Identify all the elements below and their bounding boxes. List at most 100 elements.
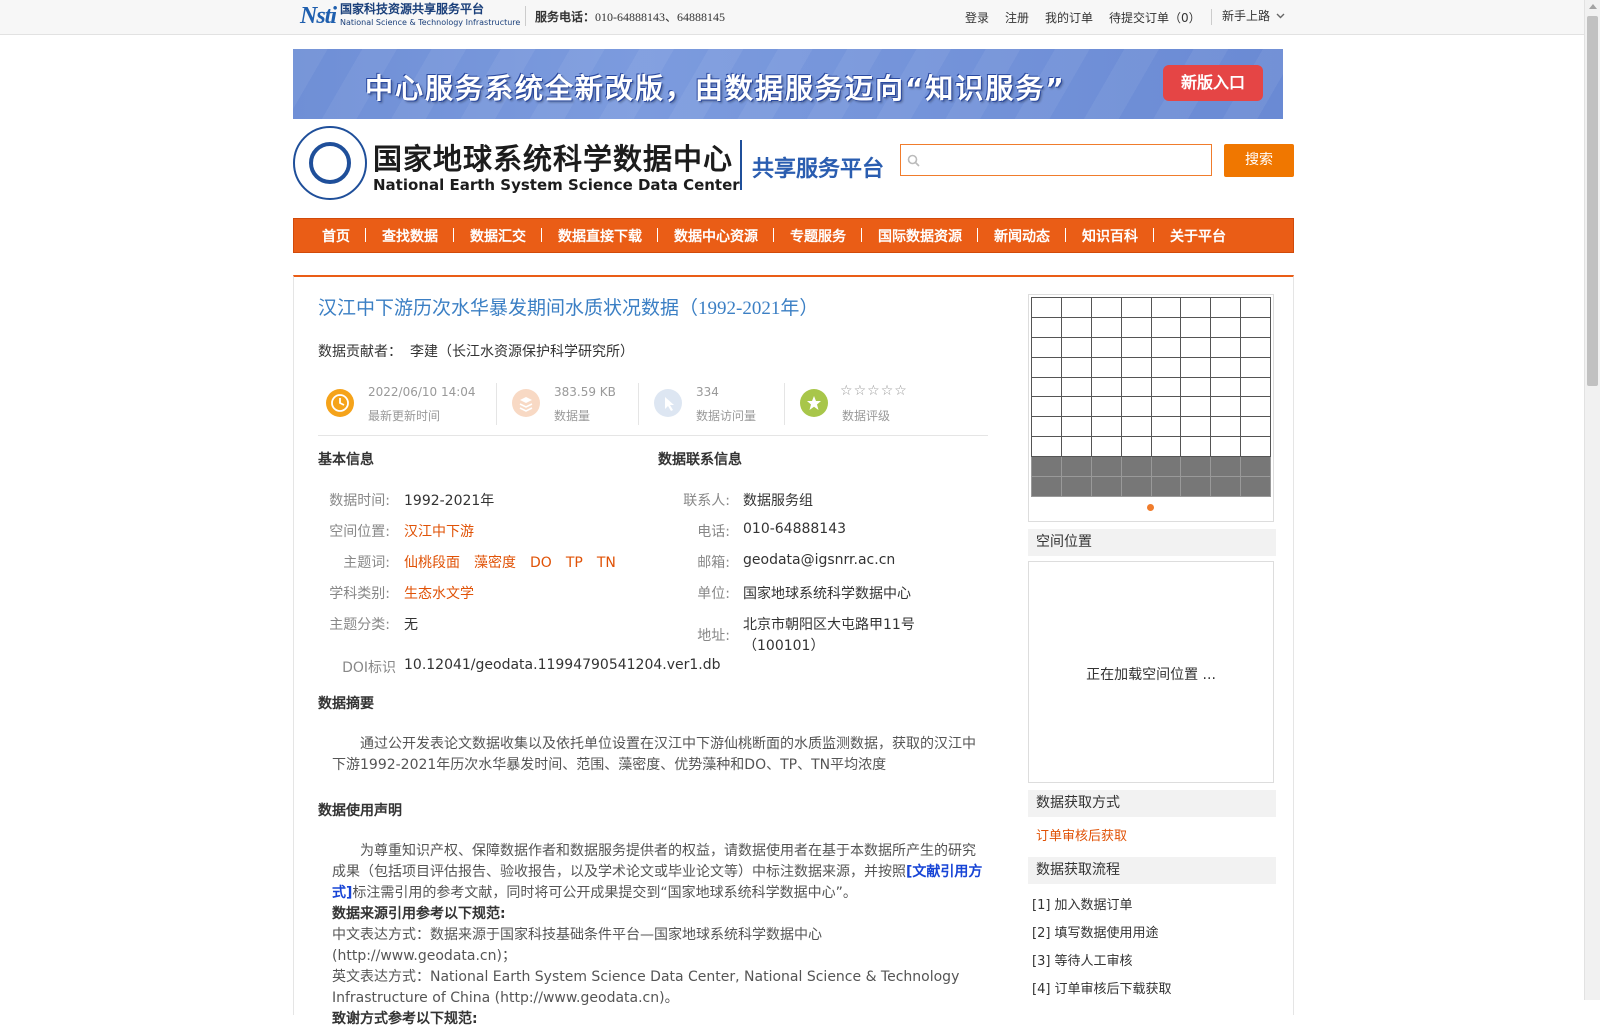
keyword-link[interactable]: 仙桃段面 [404, 555, 460, 571]
nsti-logo-en: National Science & Technology Infrastruc… [340, 18, 521, 27]
star-outline-icon[interactable]: ☆ [867, 383, 880, 399]
data-center-seal-icon [293, 126, 367, 200]
contact-person-value: 数据服务组 [743, 493, 813, 509]
carousel-dot[interactable] [1147, 504, 1154, 511]
process-step: [2] 填写数据使用用途 [1032, 926, 1159, 941]
access-method-heading: 数据获取方式 [1028, 790, 1276, 817]
keyword-link[interactable]: TP [566, 555, 583, 571]
stat-update-time-caption: 最新更新时间 [368, 409, 441, 423]
doi-label: DOI标识 [342, 660, 396, 676]
nav-encyclopedia[interactable]: 知识百科 [1066, 226, 1154, 246]
nav-data-submission[interactable]: 数据汇交 [454, 226, 542, 246]
nsti-logo-cn: 国家科技资源共享服务平台 [340, 2, 485, 16]
nav-home[interactable]: 首页 [306, 226, 366, 246]
top-links: 登录 注册 我的订单 待提交订单（0） [965, 9, 1222, 26]
map-loading-text: 正在加载空间位置 ... [1086, 667, 1216, 683]
top-bar: Nsti 国家科技资源共享服务平台 National Science & Tec… [0, 0, 1584, 35]
spatial-location-label: 空间位置: [329, 524, 390, 540]
contact-address-label: 地址: [697, 628, 730, 644]
new-version-button[interactable]: 新版入口 [1163, 65, 1263, 101]
layers-icon [512, 389, 540, 417]
contact-email-value: geodata@igsnrr.ac.cn [743, 552, 896, 568]
nav-news[interactable]: 新闻动态 [978, 226, 1066, 246]
search-input[interactable] [927, 149, 1201, 173]
topic-category-value: 无 [404, 617, 418, 633]
source-citation-en: 英文表达方式：National Earth System Science Dat… [332, 969, 960, 1006]
discipline-label: 学科类别: [329, 586, 390, 602]
clock-icon [326, 389, 354, 417]
nav-international-resources[interactable]: 国际数据资源 [862, 226, 978, 246]
data-center-logo[interactable]: 国家地球系统科学数据中心 National Earth System Scien… [293, 126, 740, 202]
stat-data-size: 383.59 KB 数据量 [504, 377, 644, 429]
star-outline-icon[interactable]: ☆ [894, 383, 907, 399]
source-citation-cn: 中文表达方式：数据来源于国家科技基础条件平台—国家地球系统科学数据中心(http… [332, 927, 822, 964]
keyword-link[interactable]: DO [530, 555, 552, 571]
top-links-divider [1210, 9, 1212, 25]
keyword-link[interactable]: TN [597, 555, 616, 571]
star-outline-icon[interactable]: ☆ [854, 383, 867, 399]
source-citation-heading: 数据来源引用参考以下规范: [332, 906, 506, 922]
stat-visits-value: 334 [696, 385, 719, 399]
nsti-logo[interactable]: Nsti 国家科技资源共享服务平台 National Science & Tec… [300, 2, 520, 30]
topic-category-label: 主题分类: [329, 617, 390, 633]
login-link[interactable]: 登录 [965, 9, 989, 26]
stat-data-size-value: 383.59 KB [554, 385, 616, 399]
redesign-banner[interactable]: 中心服务系统全新改版，由数据服务迈向“知识服务” 新版入口 [293, 49, 1283, 119]
search-icon [907, 154, 920, 167]
keywords-label: 主题词: [343, 555, 390, 571]
chevron-down-icon [1276, 13, 1285, 18]
pending-orders-link[interactable]: 待提交订单（0） [1109, 9, 1201, 26]
discipline-value: 生态水文学 [404, 583, 488, 603]
scroll-up-arrow-icon[interactable] [1589, 4, 1597, 9]
keyword-link[interactable]: 藻密度 [474, 555, 516, 571]
spatial-location-value: 汉江中下游 [404, 521, 488, 541]
source-citation-block: 数据来源引用参考以下规范: 中文表达方式：数据来源于国家科技基础条件平台—国家地… [332, 904, 987, 1030]
abstract-text: 通过公开发表论文数据收集以及依托单位设置在汉江中下游仙桃断面的水质监测数据，获取… [332, 736, 976, 773]
nav-about[interactable]: 关于平台 [1154, 226, 1242, 246]
logo-divider [740, 140, 742, 190]
service-phone: 服务电话：010-64888143、64888145 [535, 10, 726, 24]
register-link[interactable]: 注册 [1005, 9, 1029, 26]
stat-visits-caption: 数据访问量 [696, 409, 757, 423]
thanks-heading: 致谢方式参考以下规范: [332, 1011, 478, 1027]
stat-divider [496, 383, 497, 425]
search-button[interactable]: 搜索 [1224, 144, 1294, 177]
access-method-value[interactable]: 订单审核后获取 [1036, 825, 1127, 844]
star-badge-icon [800, 389, 828, 417]
platform-title: 共享服务平台 [752, 157, 885, 182]
page-scrollbar[interactable] [1584, 0, 1600, 1000]
contact-info-heading: 数据联系信息 [658, 452, 742, 468]
stat-divider [638, 383, 639, 425]
stat-rating: ☆ ☆ ☆ ☆ ☆ 数据评级 [792, 377, 988, 429]
abstract-heading: 数据摘要 [318, 696, 374, 712]
data-time-label: 数据时间: [329, 493, 390, 509]
contributor-label: 数据贡献者： [318, 344, 402, 360]
nav-find-data[interactable]: 查找数据 [366, 226, 454, 246]
rating-stars[interactable]: ☆ ☆ ☆ ☆ ☆ [840, 383, 908, 399]
my-orders-link[interactable]: 我的订单 [1045, 9, 1093, 26]
nav-topic-services[interactable]: 专题服务 [774, 226, 862, 246]
spatial-map[interactable]: 正在加载空间位置 ... [1028, 561, 1274, 783]
doi-value: 10.12041/geodata.11994790541204.ver1.db [404, 657, 721, 673]
stat-update-time-value: 2022/06/10 14:04 [368, 385, 476, 399]
scrollbar-thumb[interactable] [1587, 16, 1598, 386]
data-center-name-cn: 国家地球系统科学数据中心 [373, 142, 734, 176]
beginner-guide-dropdown[interactable]: 新手上路 [1222, 7, 1285, 24]
discipline-link[interactable]: 生态水文学 [404, 586, 474, 602]
data-center-name-en: National Earth System Science Data Cente… [373, 176, 740, 194]
star-outline-icon[interactable]: ☆ [881, 383, 894, 399]
contact-address-line2: （100101） [743, 638, 825, 654]
stat-divider [784, 383, 785, 425]
nav-direct-download[interactable]: 数据直接下载 [542, 226, 658, 246]
dataset-contributor: 数据贡献者： 李建（长江水资源保护科学研究所） [318, 341, 634, 361]
search-box [900, 144, 1212, 176]
stat-data-size-caption: 数据量 [554, 409, 591, 423]
dataset-stats: 2022/06/10 14:04 最新更新时间 383.59 KB 数据量 33… [318, 377, 988, 436]
contributor-value: 李建（长江水资源保护科学研究所） [410, 344, 634, 360]
dataset-thumbnail[interactable] [1028, 294, 1274, 522]
nav-center-resources[interactable]: 数据中心资源 [658, 226, 774, 246]
keywords-value: 仙桃段面 藻密度 DO TP TN [404, 552, 630, 572]
contact-unit-label: 单位: [697, 586, 730, 602]
spatial-location-link[interactable]: 汉江中下游 [404, 524, 474, 540]
star-outline-icon[interactable]: ☆ [840, 383, 853, 399]
